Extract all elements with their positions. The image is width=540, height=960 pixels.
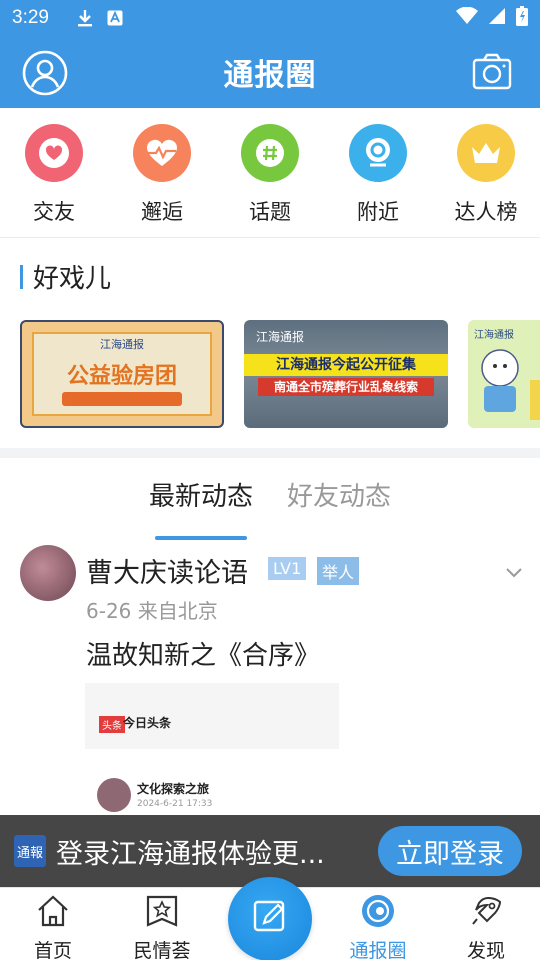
banner-brand: 江海通报	[100, 338, 144, 351]
location-camera-icon	[349, 124, 407, 182]
banner-brand: 江海通报	[256, 330, 305, 344]
nav-discover[interactable]: 发现	[441, 894, 531, 960]
status-bar: 3:29	[0, 0, 540, 36]
hashtag-icon	[241, 124, 299, 182]
app-header: 通报圈	[0, 36, 540, 108]
nav-home[interactable]: 首页	[8, 894, 98, 960]
section-accent-bar	[20, 264, 23, 289]
banner-cartoon[interactable]: 江海通报	[468, 320, 540, 428]
preview-author: 文化探索之旅	[137, 782, 210, 796]
tab-label: 好友动态	[287, 482, 392, 512]
edit-icon	[251, 898, 289, 940]
source-badge: 头条	[99, 716, 125, 733]
camera-icon[interactable]	[472, 52, 512, 92]
a-notification-icon	[107, 10, 123, 26]
user-avatar-icon[interactable]	[22, 50, 68, 96]
post-meta: 6-26 来自北京	[86, 599, 218, 623]
heart-icon	[25, 124, 83, 182]
tab-label: 最新动态	[148, 482, 253, 512]
chevron-down-icon[interactable]	[506, 563, 522, 582]
nav-label: 首页	[33, 940, 72, 960]
avatar[interactable]	[20, 545, 76, 601]
signal-icon	[488, 7, 506, 29]
nav-tongbaoquan[interactable]: 通报圈	[333, 894, 423, 960]
post-author[interactable]: 曹大庆读论语	[86, 551, 248, 590]
level-badge: LV1	[268, 557, 307, 580]
nav-label: 民情荟	[133, 940, 191, 960]
star-badge-icon	[145, 894, 179, 932]
battery-icon	[516, 6, 528, 30]
category-row: 交友 邂逅 话题 附近 达人榜	[0, 108, 540, 238]
banner-carousel[interactable]: 江海通报 公益验房团 江海通报 江海通报今起公开征集 南通全市殡葬行业乱象线索 …	[20, 320, 540, 428]
category-xiehou[interactable]: 邂逅	[108, 108, 216, 237]
compose-button[interactable]	[228, 877, 312, 960]
login-button[interactable]: 立即登录	[378, 826, 522, 876]
section-divider	[0, 448, 540, 458]
page-title: 通报圈	[223, 58, 317, 93]
circle-eye-icon	[360, 894, 396, 932]
category-label: 附近	[357, 200, 399, 224]
nav-label: 发现	[466, 940, 505, 960]
category-fujin[interactable]: 附近	[324, 108, 432, 237]
category-label: 达人榜	[454, 200, 518, 224]
banner-title: 公益验房团	[66, 364, 177, 389]
section-title-text: 好戏儿	[33, 264, 112, 294]
rocket-icon	[468, 894, 504, 932]
banner-funeral-clues[interactable]: 江海通报 江海通报今起公开征集 南通全市殡葬行业乱象线索	[244, 320, 448, 428]
category-jiaoyou[interactable]: 交友	[0, 108, 108, 237]
login-message: 登录江海通报体验更...	[56, 838, 325, 870]
home-icon	[35, 894, 71, 932]
feed-tabs: 最新动态 好友动态	[0, 470, 540, 540]
category-label: 交友	[33, 200, 75, 224]
category-label: 邂逅	[141, 200, 183, 224]
preview-avatar	[97, 778, 131, 812]
tab-latest[interactable]: 最新动态	[148, 470, 253, 540]
heartbeat-icon	[133, 124, 191, 182]
category-darenbang[interactable]: 达人榜	[432, 108, 540, 237]
preview-date: 2024-6-21 17:33	[137, 799, 213, 809]
banner-public-inspection[interactable]: 江海通报 公益验房团	[20, 320, 224, 428]
nav-minqinghui[interactable]: 民情荟	[117, 894, 207, 960]
cartoon-figure-icon	[481, 349, 540, 420]
app-logo: 通報	[14, 835, 46, 867]
tab-friends[interactable]: 好友动态	[287, 470, 391, 530]
good-shows-title: 好戏儿	[20, 258, 111, 295]
nav-label: 通报圈	[349, 940, 407, 960]
status-time: 3:29	[12, 7, 49, 28]
category-huati[interactable]: 话题	[216, 108, 324, 237]
tab-underline	[154, 536, 247, 540]
banner-subline: 南通全市殡葬行业乱象线索	[258, 378, 434, 396]
crown-icon	[457, 124, 515, 182]
post-text: 温故知新之《合序》	[86, 641, 321, 671]
download-icon	[77, 9, 93, 27]
screen: 3:29 通报圈 交友 邂逅 话题 附近 达人榜 好戏儿 江海通报 公益验房团 …	[0, 0, 540, 960]
category-label: 话题	[249, 200, 291, 224]
banner-headline: 江海通报今起公开征集	[244, 354, 448, 376]
post-preview-image[interactable]: 头条 今日头条 文化探索之旅 2024-6-21 17:33	[85, 683, 339, 823]
banner-subtitle-strip	[62, 392, 182, 406]
role-badge: 举人	[317, 557, 360, 585]
wifi-icon	[456, 6, 478, 29]
source-name: 今日头条	[123, 716, 172, 730]
